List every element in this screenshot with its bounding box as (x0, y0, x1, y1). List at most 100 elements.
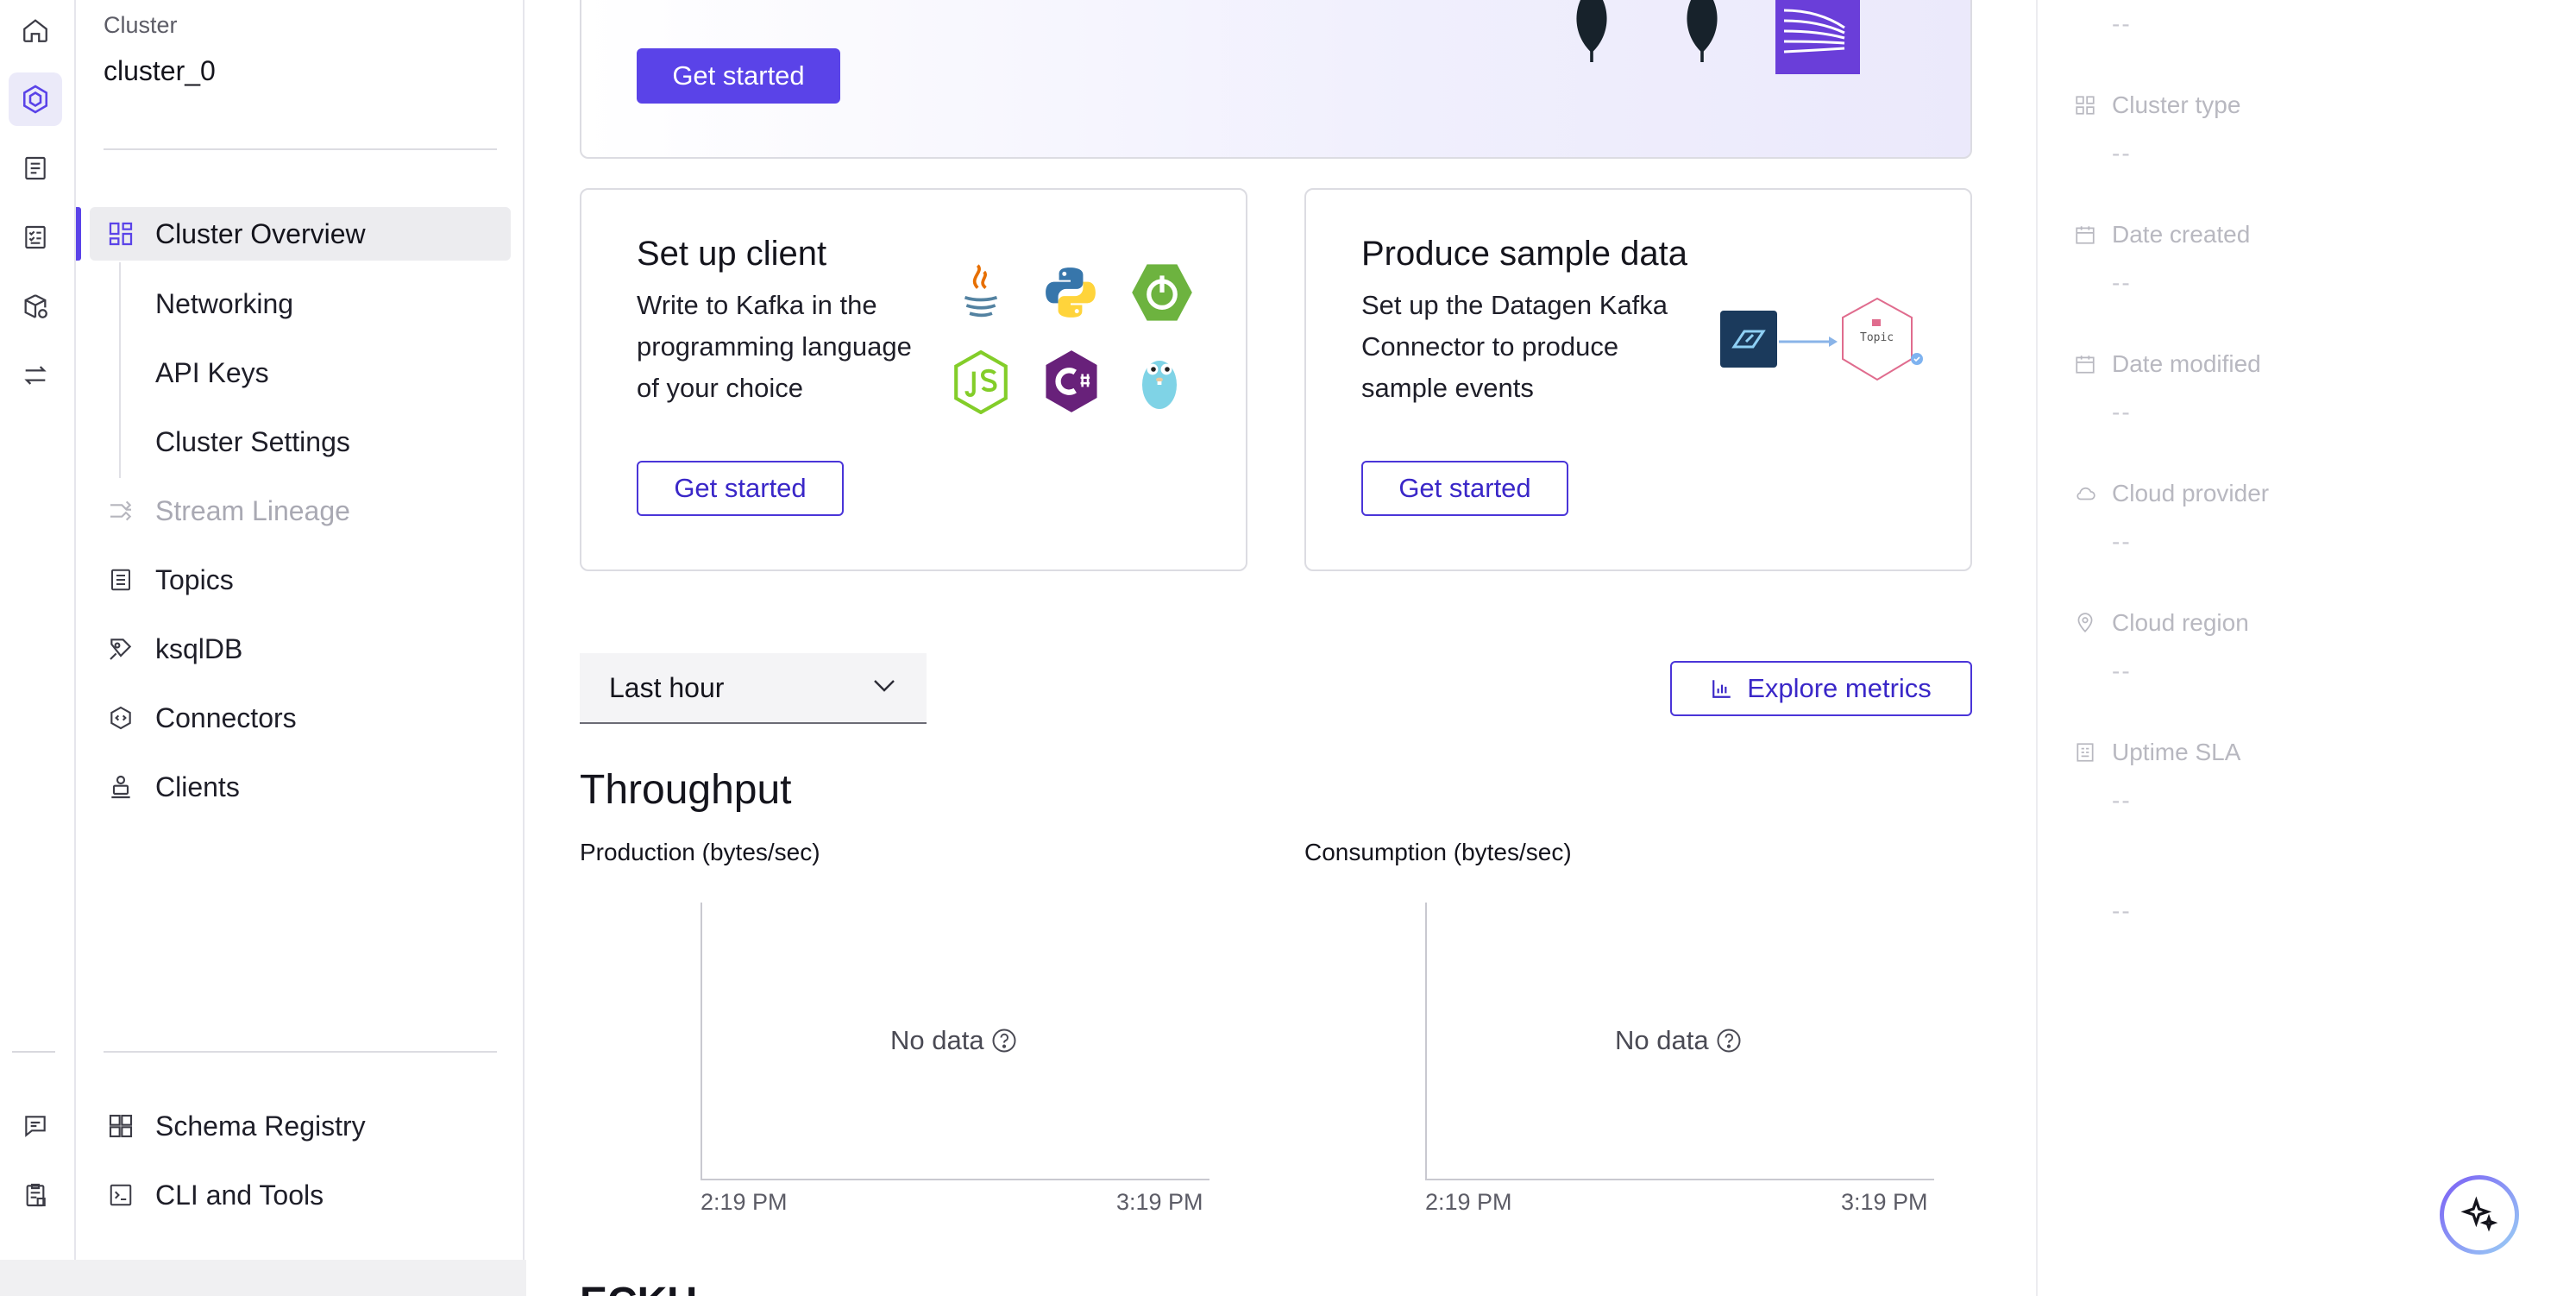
nodejs-icon (952, 350, 1009, 414)
produce-sample-get-started-button[interactable]: Get started (1361, 461, 1568, 516)
sidebar-divider (104, 1051, 497, 1053)
clusters-icon[interactable] (9, 72, 62, 126)
sidebar-item-stream-lineage[interactable]: Stream Lineage (90, 484, 511, 538)
spring-icon (1130, 262, 1194, 323)
chart-y-axis (1425, 903, 1427, 1179)
detail-uptime-sla: Uptime SLA (2072, 739, 2240, 766)
sidebar-item-topics[interactable]: Topics (90, 553, 511, 607)
grid-icon (2072, 92, 2098, 118)
no-data-text: No data (1615, 1025, 1709, 1055)
detail-label: Date created (2112, 221, 2251, 248)
no-data-text: No data (890, 1025, 984, 1055)
sidebar-item-label: Topics (155, 563, 234, 595)
detail-value: -- (2112, 10, 2132, 37)
rail-divider (12, 1051, 55, 1053)
package-link-icon[interactable] (9, 280, 62, 333)
icon-rail (0, 0, 76, 1260)
sidebar-item-label: Schema Registry (155, 1110, 366, 1142)
detail-value: -- (2112, 140, 2132, 167)
x-tick-label: 2:19 PM (701, 1189, 788, 1215)
sidebar-caption: Cluster (104, 12, 178, 38)
sidebar-item-clients[interactable]: Clients (90, 760, 511, 814)
sidebar-item-label: CLI and Tools (155, 1179, 324, 1211)
transfer-icon[interactable] (9, 349, 62, 402)
x-tick-label: 2:19 PM (1425, 1189, 1512, 1215)
home-icon[interactable] (9, 3, 62, 57)
csharp-icon (1042, 349, 1101, 414)
clipboard-icon[interactable] (9, 1168, 62, 1222)
detail-value: -- (2112, 657, 2132, 684)
sidebar-item-networking[interactable]: Networking (90, 277, 511, 330)
sidebar-item-ksqldb[interactable]: ksqlDB (90, 622, 511, 676)
card-description: Write to Kafka in the programming langua… (637, 285, 912, 409)
chevron-down-icon (873, 679, 895, 693)
python-icon (1042, 264, 1099, 321)
main-content: Get started Set up client Write to Kafka… (526, 0, 2027, 1296)
sidebar-item-schema-registry[interactable]: Schema Registry (90, 1099, 511, 1153)
setup-client-get-started-button[interactable]: Get started (637, 461, 844, 516)
topic-label: Topic (1860, 331, 1894, 344)
calendar-icon (2072, 351, 2098, 377)
card-desc-line: Connector to produce (1361, 331, 1619, 362)
production-no-data: No data (890, 1025, 1017, 1056)
help-icon[interactable] (991, 1028, 1017, 1054)
cloud-icon (2072, 481, 2098, 506)
time-range-select[interactable]: Last hour (580, 653, 927, 724)
detail-label: Cloud region (2112, 609, 2249, 636)
sidebar-item-api-keys[interactable]: API Keys (90, 346, 511, 399)
sparkle-icon (2460, 1196, 2498, 1234)
card-desc-line: Write to Kafka in the (637, 290, 877, 320)
time-range-value: Last hour (609, 671, 725, 703)
sidebar-item-label: Stream Lineage (155, 494, 350, 526)
consumption-no-data: No data (1615, 1025, 1742, 1056)
arrow-icon (1779, 337, 1839, 347)
ksqldb-icon (105, 633, 136, 664)
datagen-connector-icon (1720, 311, 1777, 368)
lineage-icon (105, 495, 136, 526)
sidebar-item-connectors[interactable]: Connectors (90, 691, 511, 745)
detail-label: Cloud provider (2112, 480, 2270, 506)
explore-metrics-button[interactable]: Explore metrics (1670, 661, 1972, 716)
stream-logo-icon (1775, 0, 1860, 74)
chart-y-axis (701, 903, 702, 1179)
chart-x-axis (701, 1179, 1209, 1180)
detail-date-modified: Date modified (2072, 350, 2261, 378)
detail-value: -- (2112, 897, 2132, 924)
sidebar-item-label: ksqlDB (155, 632, 243, 664)
bottom-strip (0, 1260, 526, 1296)
document-icon[interactable] (9, 142, 62, 195)
card-desc-line: programming language (637, 331, 912, 362)
sidebar-item-cluster-settings[interactable]: Cluster Settings (90, 415, 511, 469)
detail-label: Date modified (2112, 350, 2261, 377)
cluster-sidebar: Cluster cluster_0 Cluster Overview Netwo… (76, 0, 525, 1260)
sla-icon (2072, 739, 2098, 765)
help-icon[interactable] (1716, 1028, 1742, 1054)
chat-icon[interactable] (9, 1099, 62, 1153)
topics-icon (105, 564, 136, 595)
detail-label: Cluster type (2112, 91, 2241, 118)
sidebar-item-cli-tools[interactable]: CLI and Tools (90, 1168, 511, 1222)
detail-value: -- (2112, 528, 2132, 555)
next-section-title: ECKU (580, 1282, 697, 1296)
sidebar-item-label: Cluster Overview (155, 217, 366, 249)
active-indicator (76, 207, 81, 261)
detail-cloud-provider: Cloud provider (2072, 480, 2269, 507)
checklist-icon[interactable] (9, 211, 62, 264)
consumption-chart-label: Consumption (bytes/sec) (1304, 839, 1572, 865)
detail-value: -- (2112, 269, 2132, 296)
detail-value: -- (2112, 399, 2132, 425)
golang-gopher-icon (1135, 350, 1184, 412)
leaf-icon (1568, 0, 1615, 62)
sidebar-item-label: Connectors (155, 701, 297, 733)
ai-assistant-button[interactable] (2440, 1175, 2519, 1255)
produce-sample-card: Produce sample data Set up the Datagen K… (1304, 188, 1972, 571)
production-chart-label: Production (bytes/sec) (580, 839, 820, 865)
x-tick-label: 3:19 PM (1116, 1189, 1203, 1215)
sidebar-item-label: Cluster Settings (155, 425, 350, 457)
sidebar-item-label: Clients (155, 771, 240, 802)
sidebar-item-label: API Keys (155, 356, 269, 388)
connectors-icon (105, 702, 136, 733)
hero-get-started-button[interactable]: Get started (637, 48, 840, 104)
x-tick-label: 3:19 PM (1841, 1189, 1928, 1215)
sidebar-item-cluster-overview[interactable]: Cluster Overview (90, 207, 511, 261)
